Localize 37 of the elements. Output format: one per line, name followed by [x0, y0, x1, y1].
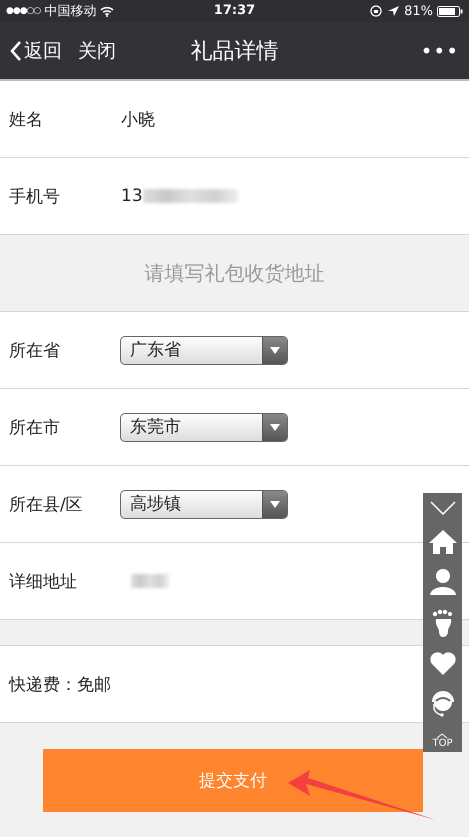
dropdown-arrow-icon — [270, 346, 280, 354]
close-button[interactable]: 关闭 — [78, 38, 116, 64]
dropdown-arrow-icon — [270, 500, 280, 508]
field-label: 手机号 — [9, 186, 61, 208]
home-button[interactable] — [428, 530, 456, 554]
lock-location-icons — [370, 5, 400, 17]
wifi-icon — [100, 6, 114, 16]
dropdown-select[interactable]: 东莞市 — [120, 412, 288, 442]
battery-icon — [437, 6, 463, 16]
back-button[interactable]: 返回 — [10, 38, 62, 64]
section-hint: 请填写礼包收货地址 — [144, 260, 324, 286]
signal-dots: ●●●○○ — [6, 6, 40, 16]
dropdown-select[interactable]: 广东省 — [120, 336, 288, 364]
page-title: 礼品详情 — [190, 38, 278, 64]
field-label: 详细地址 — [9, 570, 78, 592]
field-label: 所在县/区 — [9, 494, 84, 516]
favorite-button[interactable] — [430, 652, 456, 676]
carrier-name: 中国移动 — [44, 3, 96, 20]
dropdown-arrow-icon — [270, 424, 280, 430]
shipping-fee: 快递费：免邮 — [9, 674, 111, 696]
field-label: 所在省 — [9, 340, 61, 362]
collapse-button[interactable] — [430, 501, 456, 515]
field-label: 所在市 — [9, 416, 61, 438]
caret-up-icon — [436, 732, 448, 739]
battery-percent: 81% — [404, 4, 433, 18]
customer-service-button[interactable] — [430, 690, 456, 718]
profile-button[interactable] — [428, 568, 456, 595]
chevron-left-icon — [10, 40, 22, 62]
field-value: 小晓 — [121, 108, 155, 130]
field-label: 姓名 — [9, 108, 44, 130]
dropdown-select[interactable]: 高埗镇 — [120, 490, 288, 518]
footprint-button[interactable] — [432, 609, 454, 638]
field-value: 13 — [121, 186, 143, 206]
back-to-top-button[interactable]: TOP — [432, 732, 452, 749]
blurred-text — [131, 574, 169, 588]
more-button[interactable]: ••• — [420, 38, 459, 62]
clock-time: 17:37 — [214, 3, 256, 18]
